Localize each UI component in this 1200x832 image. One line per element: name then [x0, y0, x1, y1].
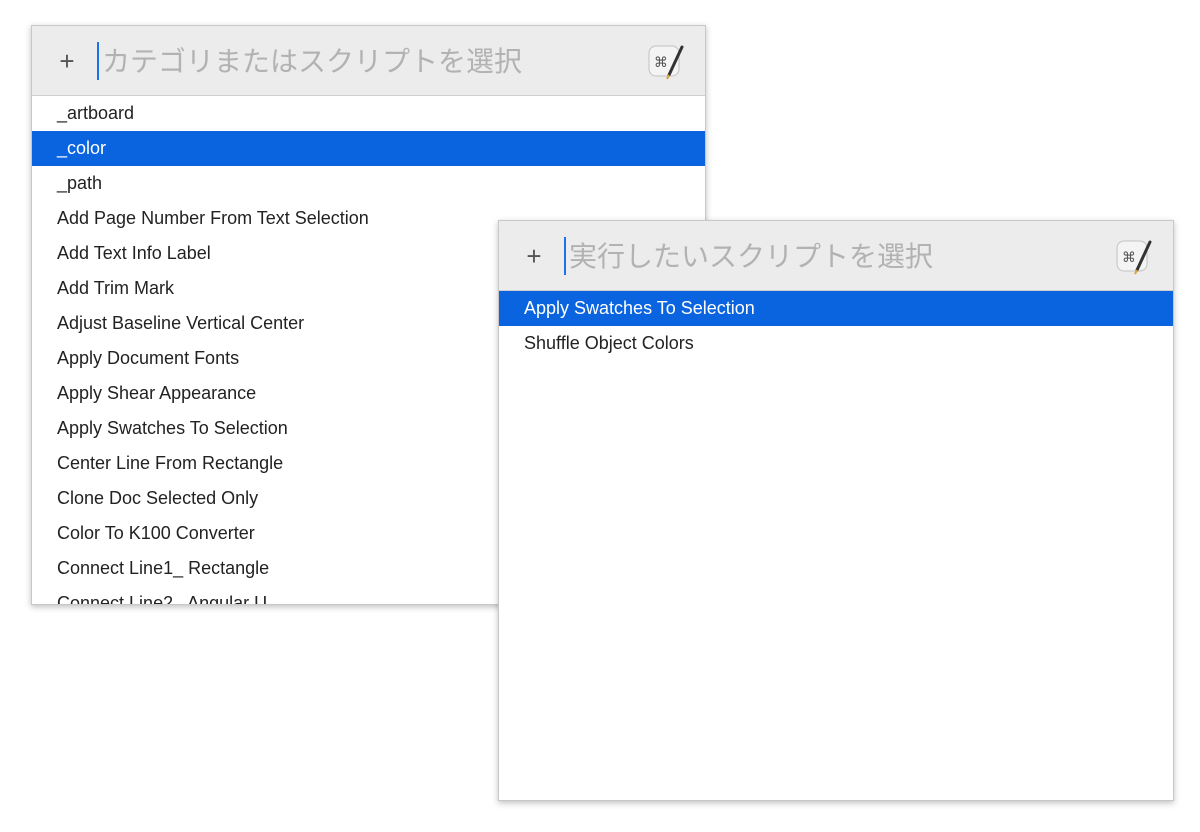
add-button[interactable]: +	[523, 241, 545, 271]
list-item[interactable]: _artboard	[32, 96, 705, 131]
svg-text:⌘: ⌘	[1122, 250, 1136, 266]
list-item[interactable]: _path	[32, 166, 705, 201]
text-caret	[564, 237, 566, 275]
search-input[interactable]	[102, 39, 602, 83]
script-list: Apply Swatches To Selection Shuffle Objec…	[499, 291, 1173, 361]
list-item[interactable]: Apply Swatches To Selection	[499, 291, 1173, 326]
script-editor-icon[interactable]: ⌘	[645, 41, 685, 81]
list-item[interactable]: _color	[32, 131, 705, 166]
search-input[interactable]	[569, 234, 1069, 278]
text-caret	[97, 42, 99, 80]
svg-text:⌘: ⌘	[654, 55, 668, 71]
add-button[interactable]: +	[56, 46, 78, 76]
list-item[interactable]: Shuffle Object Colors	[499, 326, 1173, 361]
run-script-picker: + ⌘ Apply Swatches To SelectionShuffle O…	[498, 220, 1174, 801]
script-editor-icon[interactable]: ⌘	[1113, 236, 1153, 276]
search-bar: + ⌘	[32, 26, 705, 96]
search-bar: + ⌘	[499, 221, 1173, 291]
